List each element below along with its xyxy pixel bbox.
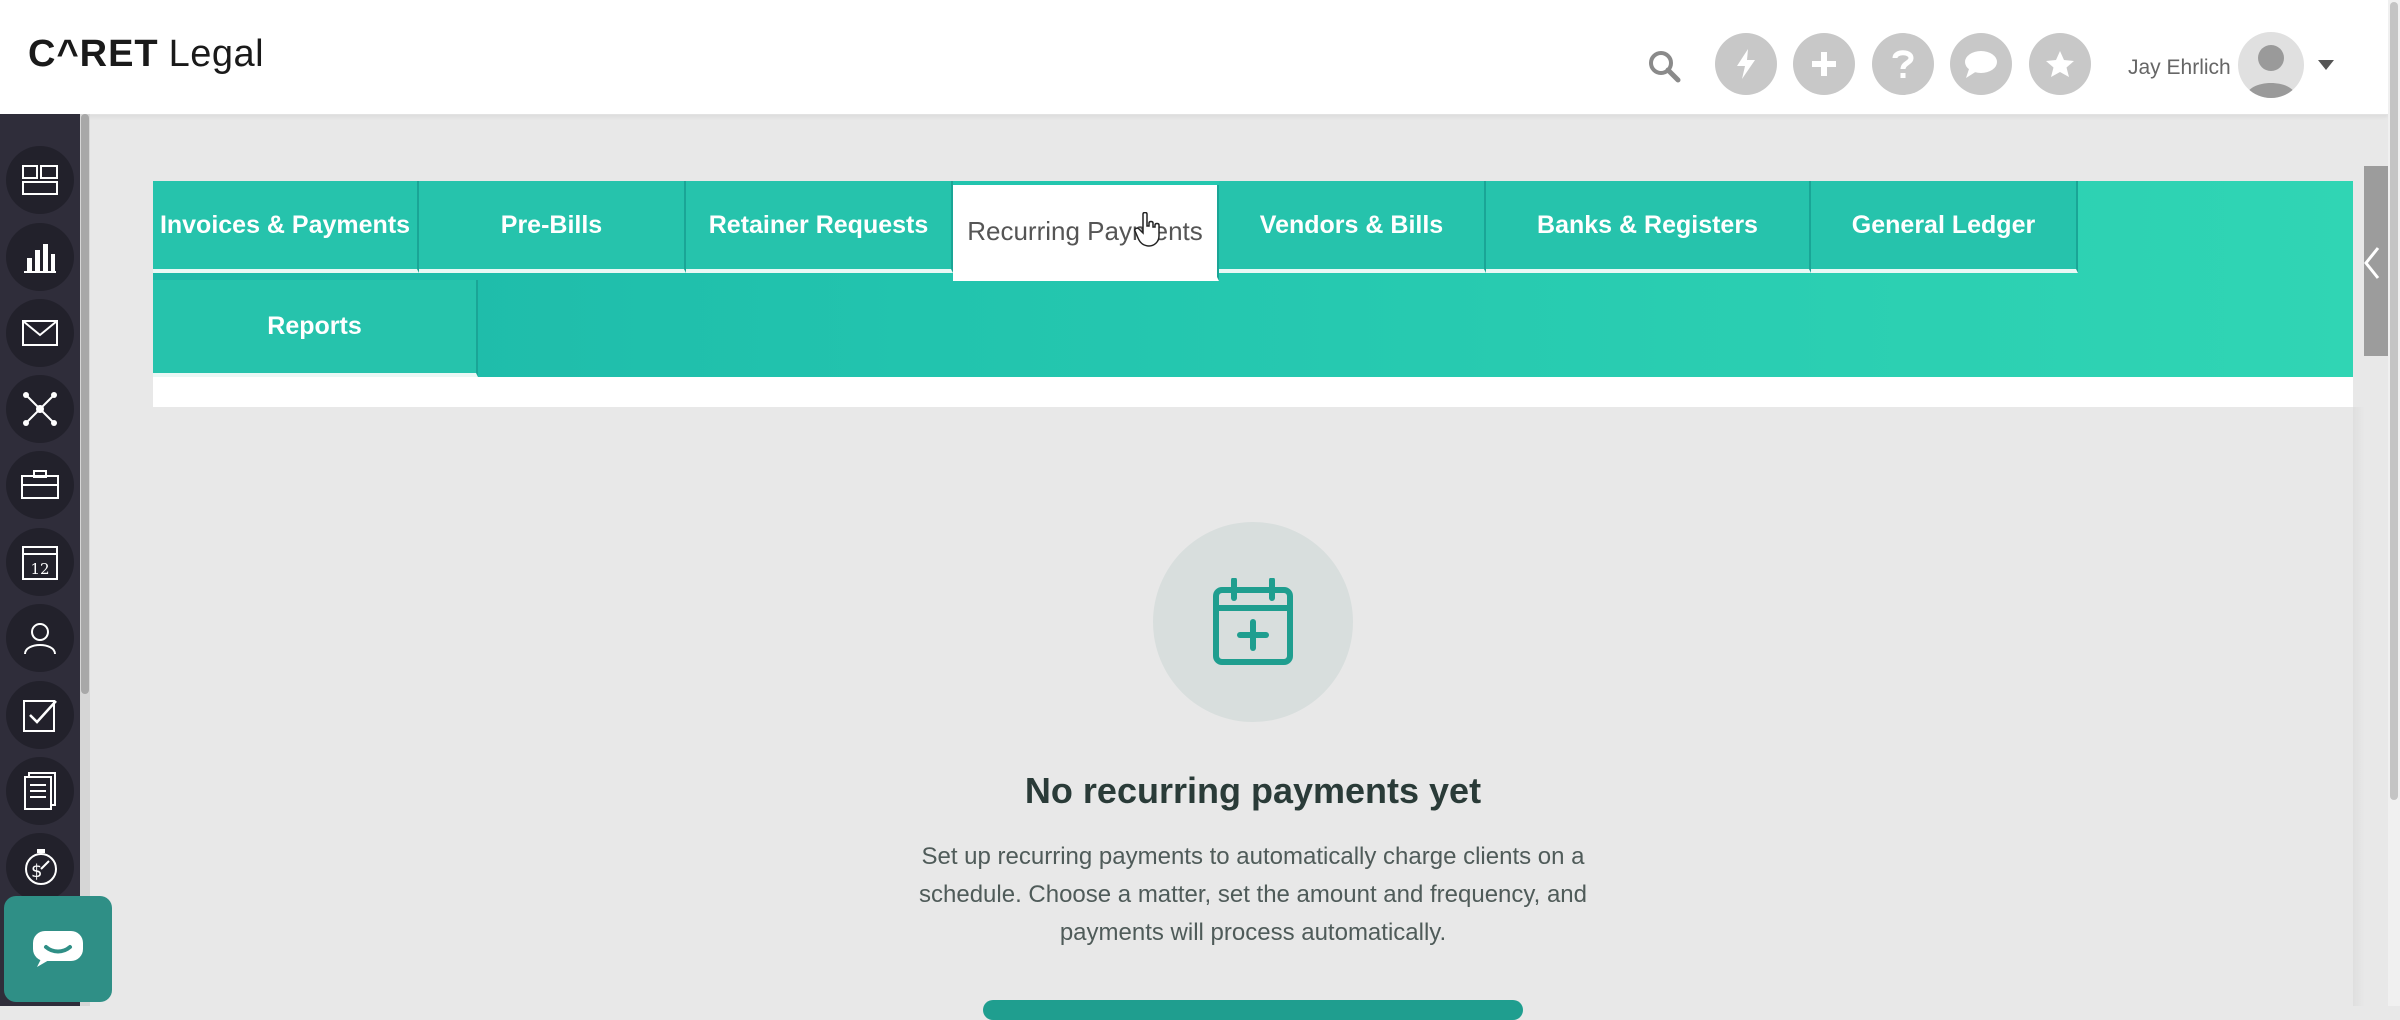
svg-text:12: 12 (30, 560, 49, 578)
sidebar-item-matters[interactable] (6, 451, 74, 519)
chevron-down-icon[interactable] (2318, 60, 2334, 70)
calendar-plus-icon (1213, 578, 1293, 665)
chat-bubble-icon[interactable] (1950, 33, 2012, 95)
avatar[interactable] (2238, 32, 2304, 98)
network-icon (23, 392, 57, 426)
contacts-icon (24, 623, 56, 655)
sidebar-item-contacts[interactable] (6, 604, 74, 672)
sidebar-item-tasks[interactable] (6, 681, 74, 749)
sidebar-scrollbar[interactable] (80, 114, 90, 1006)
sidebar-item-dashboard[interactable] (6, 146, 74, 214)
tab-recurring-payments[interactable]: Recurring Payments (953, 185, 1219, 281)
tab-pre-bills[interactable]: Pre-Bills (419, 181, 686, 273)
tab-reports[interactable]: Reports (153, 280, 478, 377)
tab-general-ledger[interactable]: General Ledger (1811, 181, 2078, 273)
support-chat-button[interactable] (4, 896, 112, 1002)
lightning-icon[interactable] (1715, 33, 1777, 95)
tab-vendors-bills[interactable]: Vendors & Bills (1219, 181, 1486, 273)
page-scrollbar[interactable] (2388, 0, 2400, 1006)
logo-brand: C^RET (28, 33, 159, 75)
logo-product: Legal (168, 33, 265, 75)
empty-state-icon-wrap (1153, 522, 1353, 722)
sidebar-item-network[interactable] (6, 375, 74, 443)
tab-banks-registers[interactable]: Banks & Registers (1486, 181, 1811, 273)
sidebar-item-calendar[interactable]: 12 (6, 528, 74, 596)
tab-content-divider (153, 377, 2353, 407)
hand-cursor-icon (1134, 212, 1160, 247)
left-sidebar: 12 $ (0, 114, 80, 1006)
chevron-left-icon[interactable] (2362, 246, 2382, 280)
empty-state-title: No recurring payments yet (1024, 770, 1482, 811)
billing-timer-icon: $ (25, 849, 57, 885)
calendar-icon: 12 (22, 546, 58, 580)
sidebar-item-reports[interactable] (6, 223, 74, 291)
dashboard-icon (22, 165, 58, 195)
empty-state-description: Set up recurring payments to automatical… (919, 843, 1587, 946)
chat-icon (33, 931, 83, 967)
logo[interactable]: C^RET Legal (28, 30, 264, 78)
sidebar-item-mail[interactable] (6, 299, 74, 367)
briefcase-icon (21, 470, 59, 499)
checkbox-icon (23, 700, 57, 732)
content-edge (2353, 407, 2365, 1006)
user-name[interactable]: Jay Ehrlich (2128, 56, 2231, 80)
add-recurring-payment-button[interactable] (983, 1000, 1523, 1020)
mail-icon (22, 320, 58, 346)
tab-retainer-requests[interactable]: Retainer Requests (686, 181, 953, 273)
svg-text:$: $ (31, 861, 42, 882)
sidebar-item-documents[interactable] (6, 757, 74, 825)
bar-chart-icon (24, 244, 56, 273)
plus-icon[interactable] (1793, 33, 1855, 95)
sidebar-item-billing[interactable]: $ (6, 833, 74, 901)
top-header: C^RET Legal Jay Ehrlich (0, 0, 2388, 115)
documents-icon (24, 772, 56, 810)
search-icon[interactable] (1640, 42, 1688, 90)
tab-invoices-payments[interactable]: Invoices & Payments (153, 181, 419, 273)
star-icon[interactable] (2029, 33, 2091, 95)
question-icon[interactable] (1872, 33, 1934, 95)
